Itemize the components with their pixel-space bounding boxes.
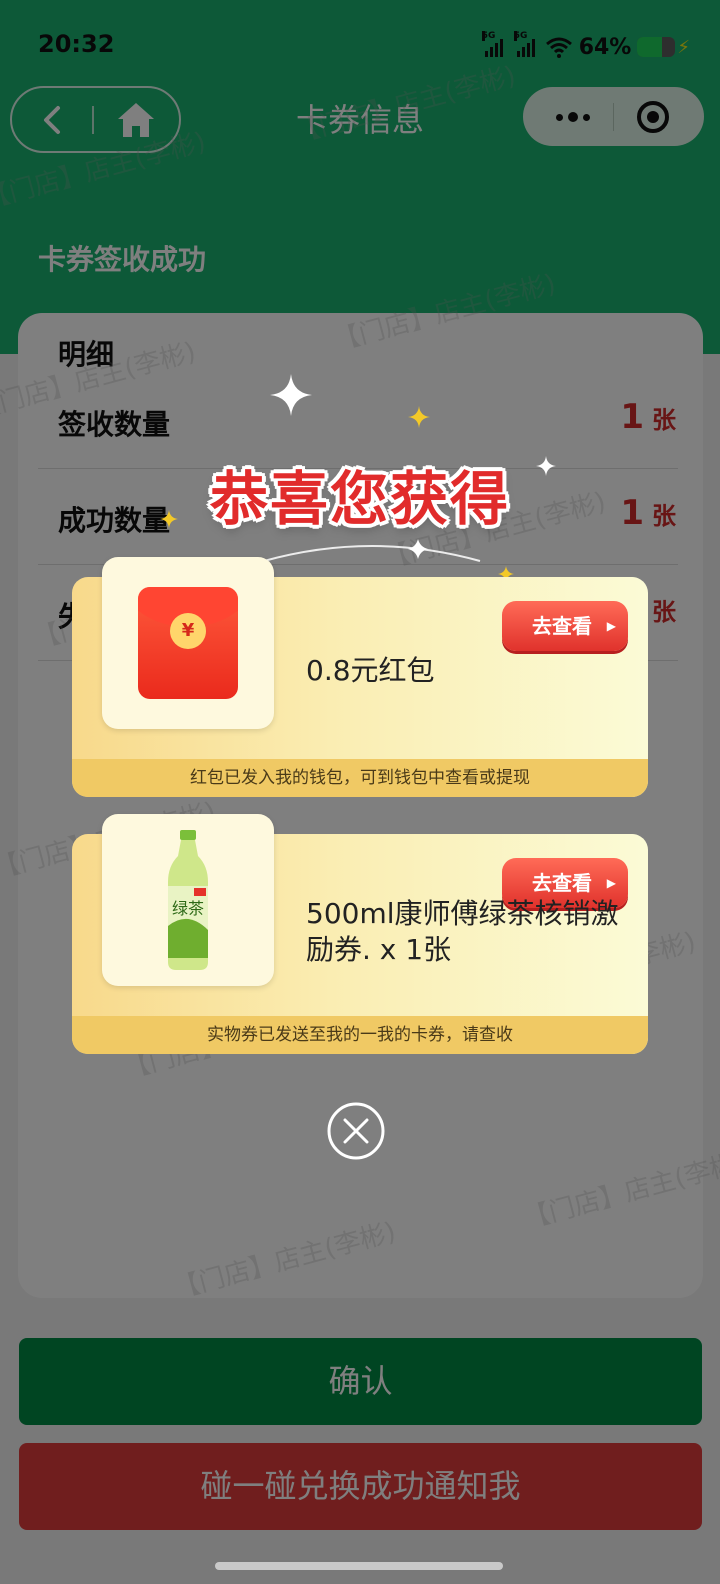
reward-note: 红包已发入我的钱包，可到钱包中查看或提现 xyxy=(72,759,648,797)
view-reward-button[interactable]: 去查看 ▶ xyxy=(502,601,628,651)
home-indicator[interactable] xyxy=(215,1562,503,1570)
reward-card: ¥ 去查看 ▶ 0.8元红包 红包已发入我的钱包，可到钱包中查看或提现 xyxy=(72,557,648,797)
reward-card: 绿茶 去查看 ▶ 500ml康师傅绿茶核销激励券. x 1张 实物券已发送至我的一… xyxy=(72,814,648,1054)
congrats-title: 恭喜您获得 xyxy=(209,465,510,533)
bottle-label: 绿茶 xyxy=(172,899,204,918)
reward-name: 0.8元红包 xyxy=(306,654,435,687)
red-packet-icon: ¥ xyxy=(138,587,238,699)
coin-icon: ¥ xyxy=(170,613,206,649)
play-arrow-icon: ▶ xyxy=(606,619,616,633)
close-circle-icon[interactable] xyxy=(326,1101,386,1161)
reward-note: 实物券已发送至我的一我的卡券，请查收 xyxy=(72,1016,648,1054)
decorative-arc xyxy=(263,539,481,562)
green-tea-bottle-icon: 绿茶 xyxy=(168,830,208,970)
reward-thumbnail: ¥ xyxy=(102,557,274,729)
reward-name: 500ml康师傅绿茶核销激励券. x 1张 xyxy=(306,897,619,966)
reward-thumbnail: 绿茶 xyxy=(102,814,274,986)
